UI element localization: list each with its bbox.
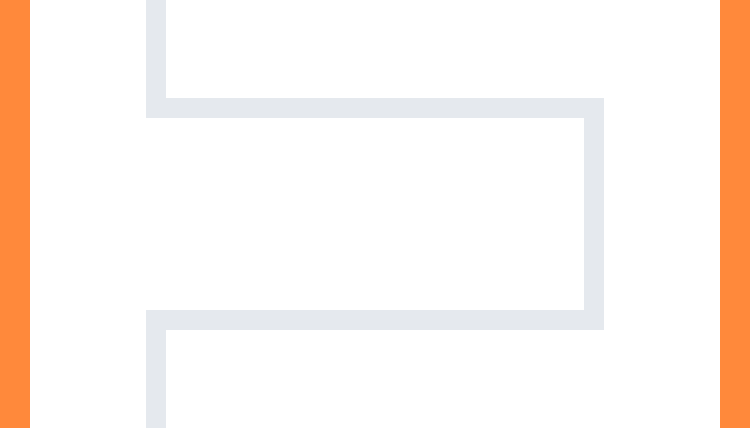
connector-line-graphic — [146, 0, 604, 428]
page — [0, 0, 750, 428]
left-accent-bar — [0, 0, 30, 428]
connector-path — [146, 0, 604, 428]
content-panel — [30, 0, 720, 428]
right-accent-bar — [720, 0, 750, 428]
